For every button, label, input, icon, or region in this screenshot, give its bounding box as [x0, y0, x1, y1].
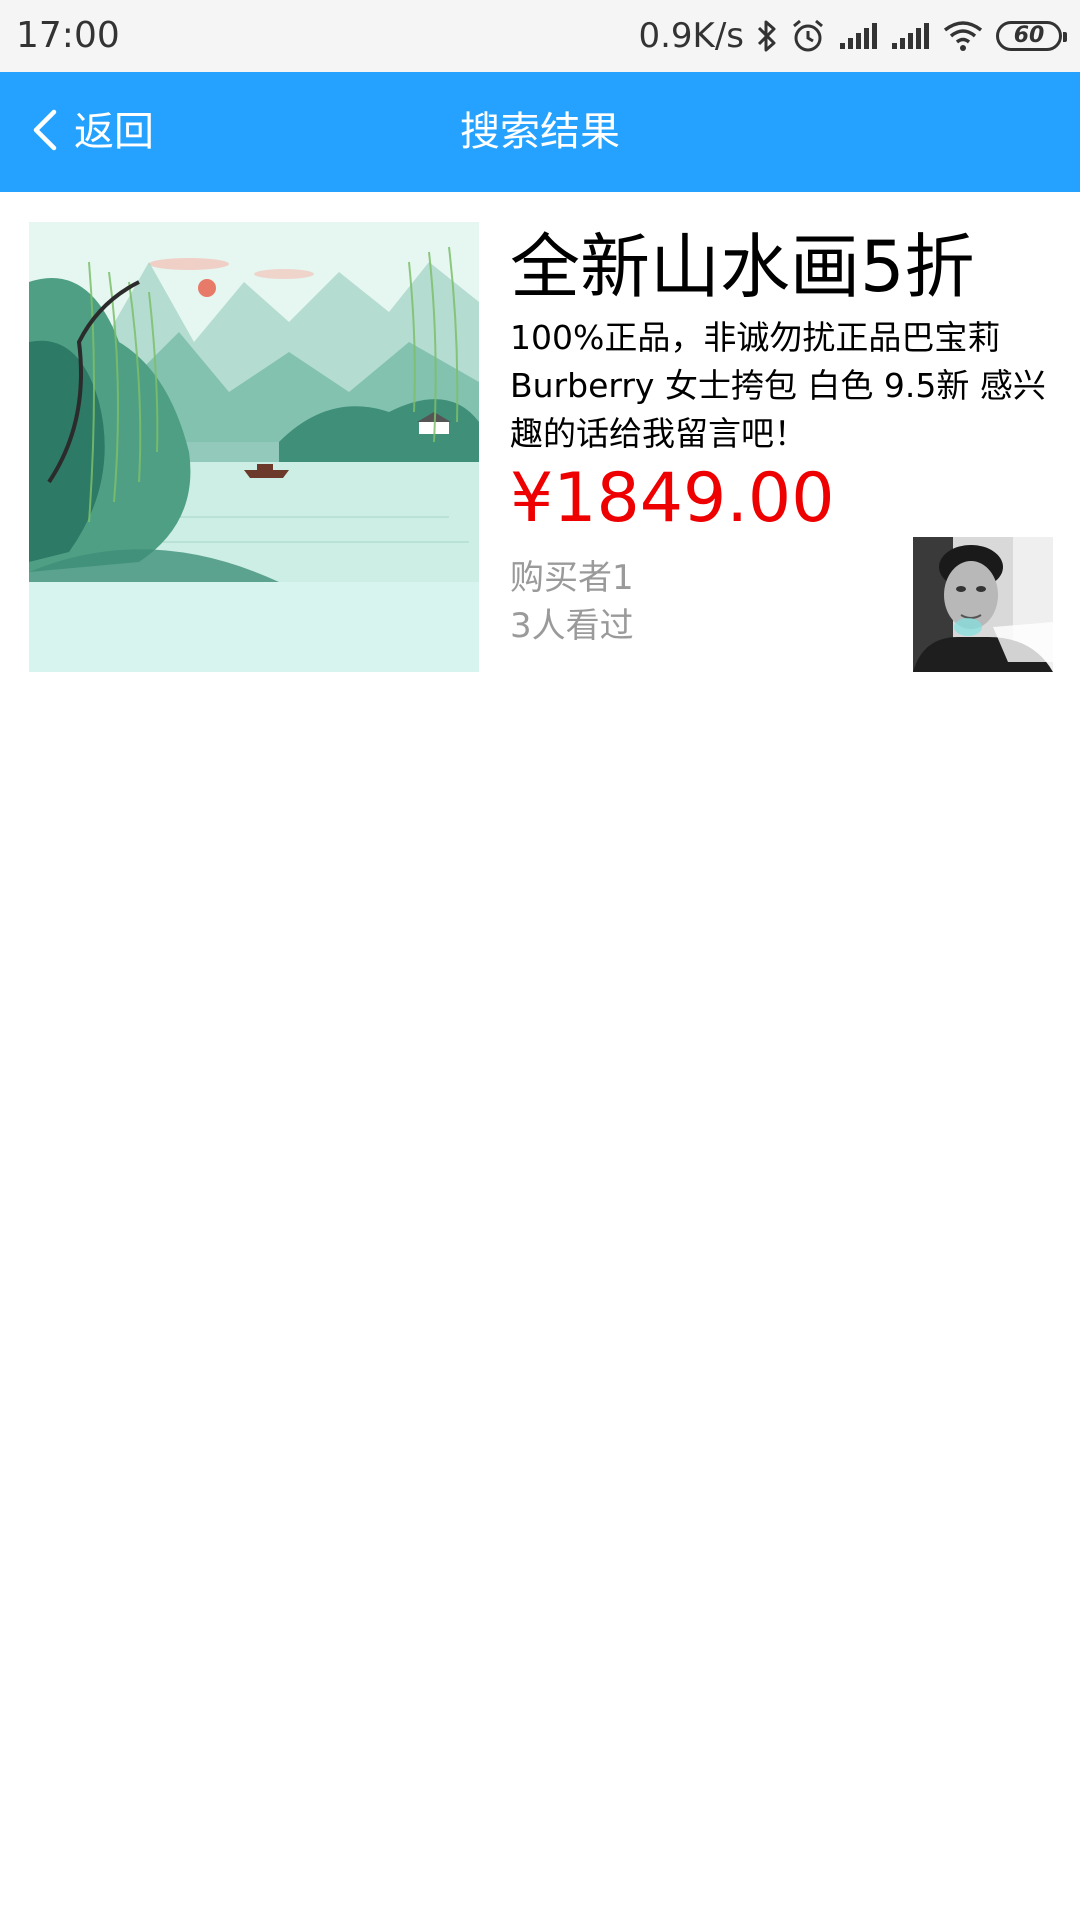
status-bar: 17:00 0.9K/s 60 — [0, 0, 1080, 72]
avatar[interactable] — [913, 537, 1053, 672]
result-item[interactable]: 全新山水画5折 100%正品，非诚勿扰正品巴宝莉Burberry 女士挎包 白色… — [0, 192, 1080, 682]
product-meta: 购买者1 3人看过 — [510, 554, 634, 650]
bluetooth-icon — [756, 19, 778, 53]
signal-icon — [838, 21, 878, 51]
battery-level: 60 — [1013, 23, 1045, 48]
product-info: 全新山水画5折 100%正品，非诚勿扰正品巴宝莉Burberry 女士挎包 白色… — [510, 222, 1055, 538]
signal-icon — [890, 21, 930, 51]
product-price: ¥1849.00 — [510, 459, 835, 538]
page-title: 搜索结果 — [460, 109, 620, 155]
net-speed: 0.9K/s — [638, 16, 744, 56]
product-description: 100%正品，非诚勿扰正品巴宝莉Burberry 女士挎包 白色 9.5新 感兴… — [510, 318, 1046, 453]
wifi-icon — [942, 20, 984, 52]
view-count: 3人看过 — [510, 606, 634, 646]
nav-bar: 搜索结果 返回 — [0, 72, 1080, 192]
back-label: 返回 — [74, 109, 154, 155]
chevron-left-icon — [30, 108, 60, 156]
back-button[interactable]: 返回 — [30, 72, 154, 192]
status-icons: 0.9K/s 60 — [638, 12, 1067, 60]
product-image — [29, 222, 479, 672]
alarm-icon — [790, 18, 826, 54]
battery-icon: 60 — [996, 21, 1067, 51]
status-time: 17:00 — [16, 15, 120, 56]
product-title: 全新山水画5折 — [510, 226, 975, 308]
buyer-name: 购买者1 — [510, 558, 634, 598]
